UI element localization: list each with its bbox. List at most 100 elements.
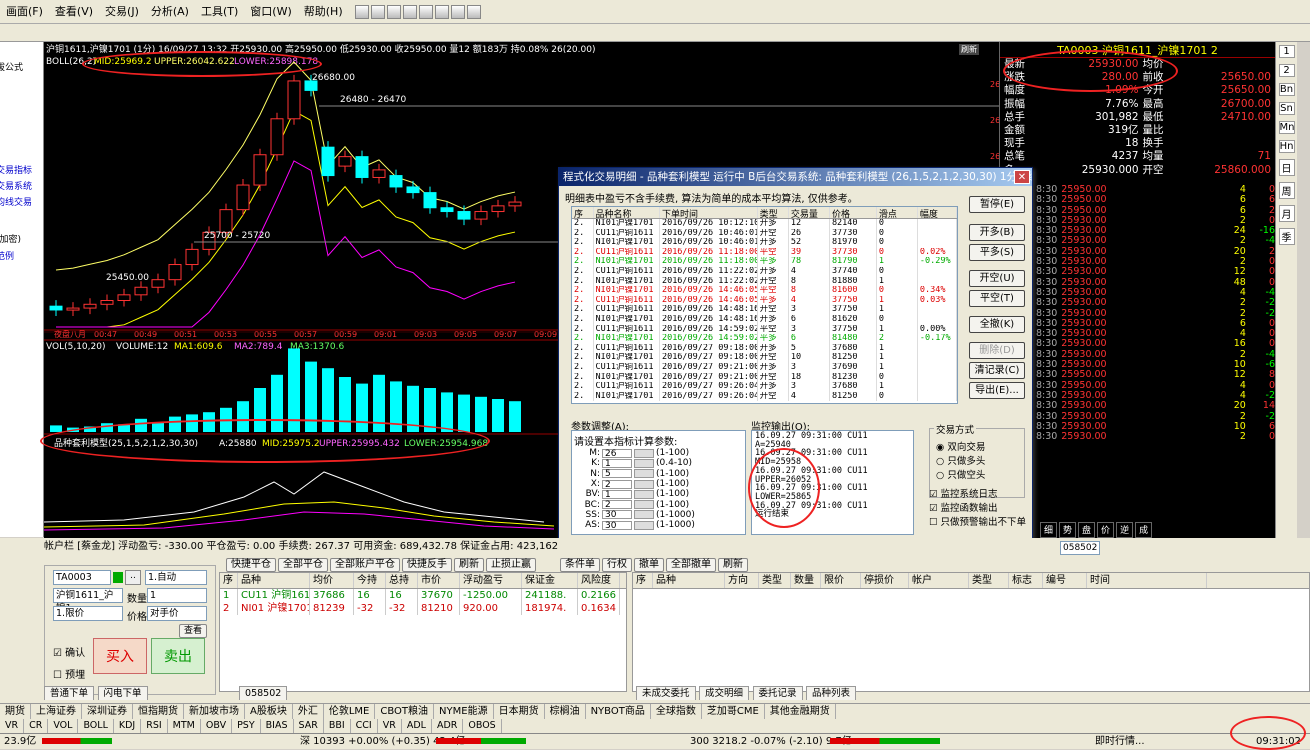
order-button[interactable]: 行权 <box>602 558 632 572</box>
position-button[interactable]: 快捷反手 <box>402 558 452 572</box>
indicator-tab[interactable]: SAR <box>294 719 324 733</box>
param-spinner[interactable] <box>634 520 654 530</box>
indicator-tab[interactable]: CCI <box>351 719 378 733</box>
toolbar-icon[interactable] <box>450 4 465 19</box>
trade-row[interactable]: 2. NI01沪镍1701 2016/09/26 11:18:00 平多 78 81790… <box>572 257 957 267</box>
dialog-button[interactable]: 平空(T) <box>969 290 1025 307</box>
trade-row[interactable]: 2. CU11沪铜1611 2016/09/26 14:48:16 开空 3 37750 1 <box>572 305 957 315</box>
param-spinner[interactable] <box>634 479 654 489</box>
param-spinner[interactable] <box>634 458 654 468</box>
menu-screen[interactable]: 画面(F) <box>0 0 49 24</box>
order-col-header[interactable]: 类型 <box>969 573 1009 588</box>
trade-row[interactable]: 2. CU11沪铜1611 2016/09/27 09:26:04 开多 3 37680 1 <box>572 382 957 392</box>
indicator-tab[interactable]: VR <box>0 719 25 733</box>
trade-detail-table[interactable]: 序品种名称 下单时间 类型 交易量 价格 滑点 幅度 2. NI01沪镍1701 2016/09… <box>571 206 958 404</box>
market-tab[interactable]: A股板块 <box>245 704 293 719</box>
param-input[interactable]: 26 <box>602 448 632 458</box>
order-col-header[interactable]: 类型 <box>759 573 791 588</box>
dialog-button[interactable]: 平多(S) <box>969 244 1025 261</box>
toolbar-icon[interactable] <box>354 4 369 19</box>
left-panel-item[interactable]: 范例 <box>0 249 43 262</box>
trade-col-header[interactable]: 类型 <box>758 207 789 218</box>
lock-icon[interactable] <box>113 572 123 583</box>
param-spinner[interactable] <box>634 510 654 520</box>
trade-row[interactable]: 2. CU11沪铜1611 2016/09/26 11:22:02 开多 4 37740 0 <box>572 266 957 277</box>
trade-row[interactable]: 2. CU11沪铜1611 2016/09/26 14:59:02 平空 3 37750 1… <box>572 324 957 335</box>
period-button[interactable]: Hn <box>1278 140 1295 153</box>
position-button[interactable]: 全部平仓 <box>278 558 328 572</box>
dialog-button[interactable]: 清记录(C) <box>969 362 1025 379</box>
toolbar-icon[interactable] <box>370 4 385 19</box>
trade-row[interactable]: 2. CU11沪铜1611 2016/09/27 09:21:00 开多 3 37690 1 <box>572 362 957 373</box>
indicator-tab[interactable]: MTM <box>168 719 201 733</box>
period-button[interactable]: 1 <box>1278 45 1295 58</box>
indicator-tab[interactable]: VR <box>378 719 402 733</box>
market-tab[interactable]: 伦敦LME <box>324 704 376 719</box>
market-tab[interactable]: 日本期货 <box>494 704 545 719</box>
quote-tab[interactable]: 成 <box>1135 522 1153 538</box>
trade-row[interactable]: 2. NI01沪镍1701 2016/09/26 14:46:05 平空 8 81600 0… <box>572 286 957 296</box>
period-button[interactable]: Bn <box>1278 83 1295 96</box>
period-button[interactable]: 2 <box>1278 64 1295 77</box>
menu-window[interactable]: 窗口(W) <box>244 0 297 24</box>
indicator-tab[interactable]: PSY <box>232 719 261 733</box>
mode-select[interactable]: 1.自动 <box>145 570 207 585</box>
account-field[interactable]: TA0003 <box>53 570 111 585</box>
trade-row[interactable]: 2. NI01沪镍1701 2016/09/27 09:21:00 开空 18 81230… <box>572 372 957 383</box>
price-type-select[interactable]: 1.限价 <box>53 606 123 621</box>
market-tab[interactable]: NYME能源 <box>434 704 494 719</box>
toolbar-icon[interactable] <box>402 4 417 19</box>
indicator-tab[interactable]: ADL <box>402 719 432 733</box>
order-col-header[interactable]: 数量 <box>791 573 821 588</box>
trade-row[interactable]: 2. NI01沪镍1701 2016/09/26 14:59:02 平多 6 81480 2… <box>572 334 957 344</box>
tab-symbols[interactable]: 品种列表 <box>806 686 857 700</box>
orders-table[interactable]: 序品种 方向 类型 数量 限价 停损价 帐户 类型 标志 编号 时间 <box>632 572 1310 692</box>
param-input[interactable]: 2 <box>602 479 632 489</box>
trade-row[interactable]: 2. NI01沪镍1701 2016/09/26 10:46:01 开多 52 81970… <box>572 238 957 248</box>
dialog-button[interactable]: 暂停(E) <box>969 196 1025 213</box>
trade-col-header[interactable]: 下单时间 <box>660 207 758 218</box>
menu-trade[interactable]: 交易(J) <box>99 0 145 24</box>
param-input[interactable]: 5 <box>602 469 632 479</box>
trade-row[interactable]: 2. NI01沪镍1701 2016/09/26 14:48:16 开多 6 81620 0 <box>572 314 957 325</box>
trade-col-header[interactable]: 交易量 <box>789 207 830 218</box>
indicator-tab[interactable]: BBI <box>324 719 351 733</box>
period-button[interactable]: 周 <box>1278 182 1295 199</box>
status-quote-label[interactable]: 即时行情... <box>1095 734 1145 749</box>
order-col-header[interactable]: 停损价 <box>861 573 909 588</box>
order-col-header[interactable]: 标志 <box>1009 573 1043 588</box>
quote-tab[interactable]: 势 <box>1059 522 1077 538</box>
toolbar-icon[interactable] <box>386 4 401 19</box>
position-col-header[interactable]: 今持 <box>354 573 386 588</box>
market-tab[interactable]: NYBOT商品 <box>586 704 651 719</box>
indicator-tab[interactable]: OBV <box>201 719 233 733</box>
position-button[interactable]: 刷新 <box>454 558 484 572</box>
market-tab[interactable]: 棕榈油 <box>545 704 586 719</box>
trade-row[interactable]: 2. CU11沪铜1611 2016/09/27 09:18:00 开多 5 37680 1 <box>572 343 957 354</box>
check-alert-only[interactable]: ☐ 只做预警输出不下单 <box>929 514 1033 528</box>
preset-check[interactable]: ☐ 预埋 <box>53 666 85 681</box>
indicator-tab[interactable]: BIAS <box>261 719 294 733</box>
position-row[interactable]: 2 NI01 沪镍1701 81239 -32 -32 81210 920.00 181974… <box>220 602 626 615</box>
order-col-header[interactable]: 序 <box>633 573 653 588</box>
mode-radio-long[interactable]: ○ 只做多头 <box>936 453 1020 467</box>
quote-tab[interactable]: 逆 <box>1116 522 1134 538</box>
period-button[interactable]: 日 <box>1278 159 1295 176</box>
market-tab[interactable]: 恒指期货 <box>133 704 184 719</box>
tab-pending[interactable]: 未成交委托 <box>636 686 696 700</box>
position-button[interactable]: 全部账户平仓 <box>330 558 400 572</box>
left-panel-item[interactable]: 交易系统 <box>0 179 43 192</box>
market-tab[interactable]: 期货 <box>0 704 31 719</box>
order-button[interactable]: 条件单 <box>560 558 600 572</box>
confirm-check[interactable]: ☑ 确认 <box>53 644 85 659</box>
order-button[interactable]: 全部撤单 <box>666 558 716 572</box>
qty-field[interactable]: 1 <box>147 588 207 603</box>
dialog-button[interactable]: 开空(U) <box>969 270 1025 287</box>
dialog-button[interactable]: 导出(E)... <box>969 382 1025 399</box>
position-row[interactable]: 1 CU11 沪铜1611 37686 16 16 37670 -1250.00 241188… <box>220 589 626 602</box>
param-input[interactable]: 1 <box>602 489 632 499</box>
refresh-label[interactable]: 刷新 <box>959 44 979 55</box>
order-button[interactable]: 刷新 <box>718 558 748 572</box>
more-button[interactable]: .. <box>125 570 141 585</box>
param-spinner[interactable] <box>634 489 654 499</box>
